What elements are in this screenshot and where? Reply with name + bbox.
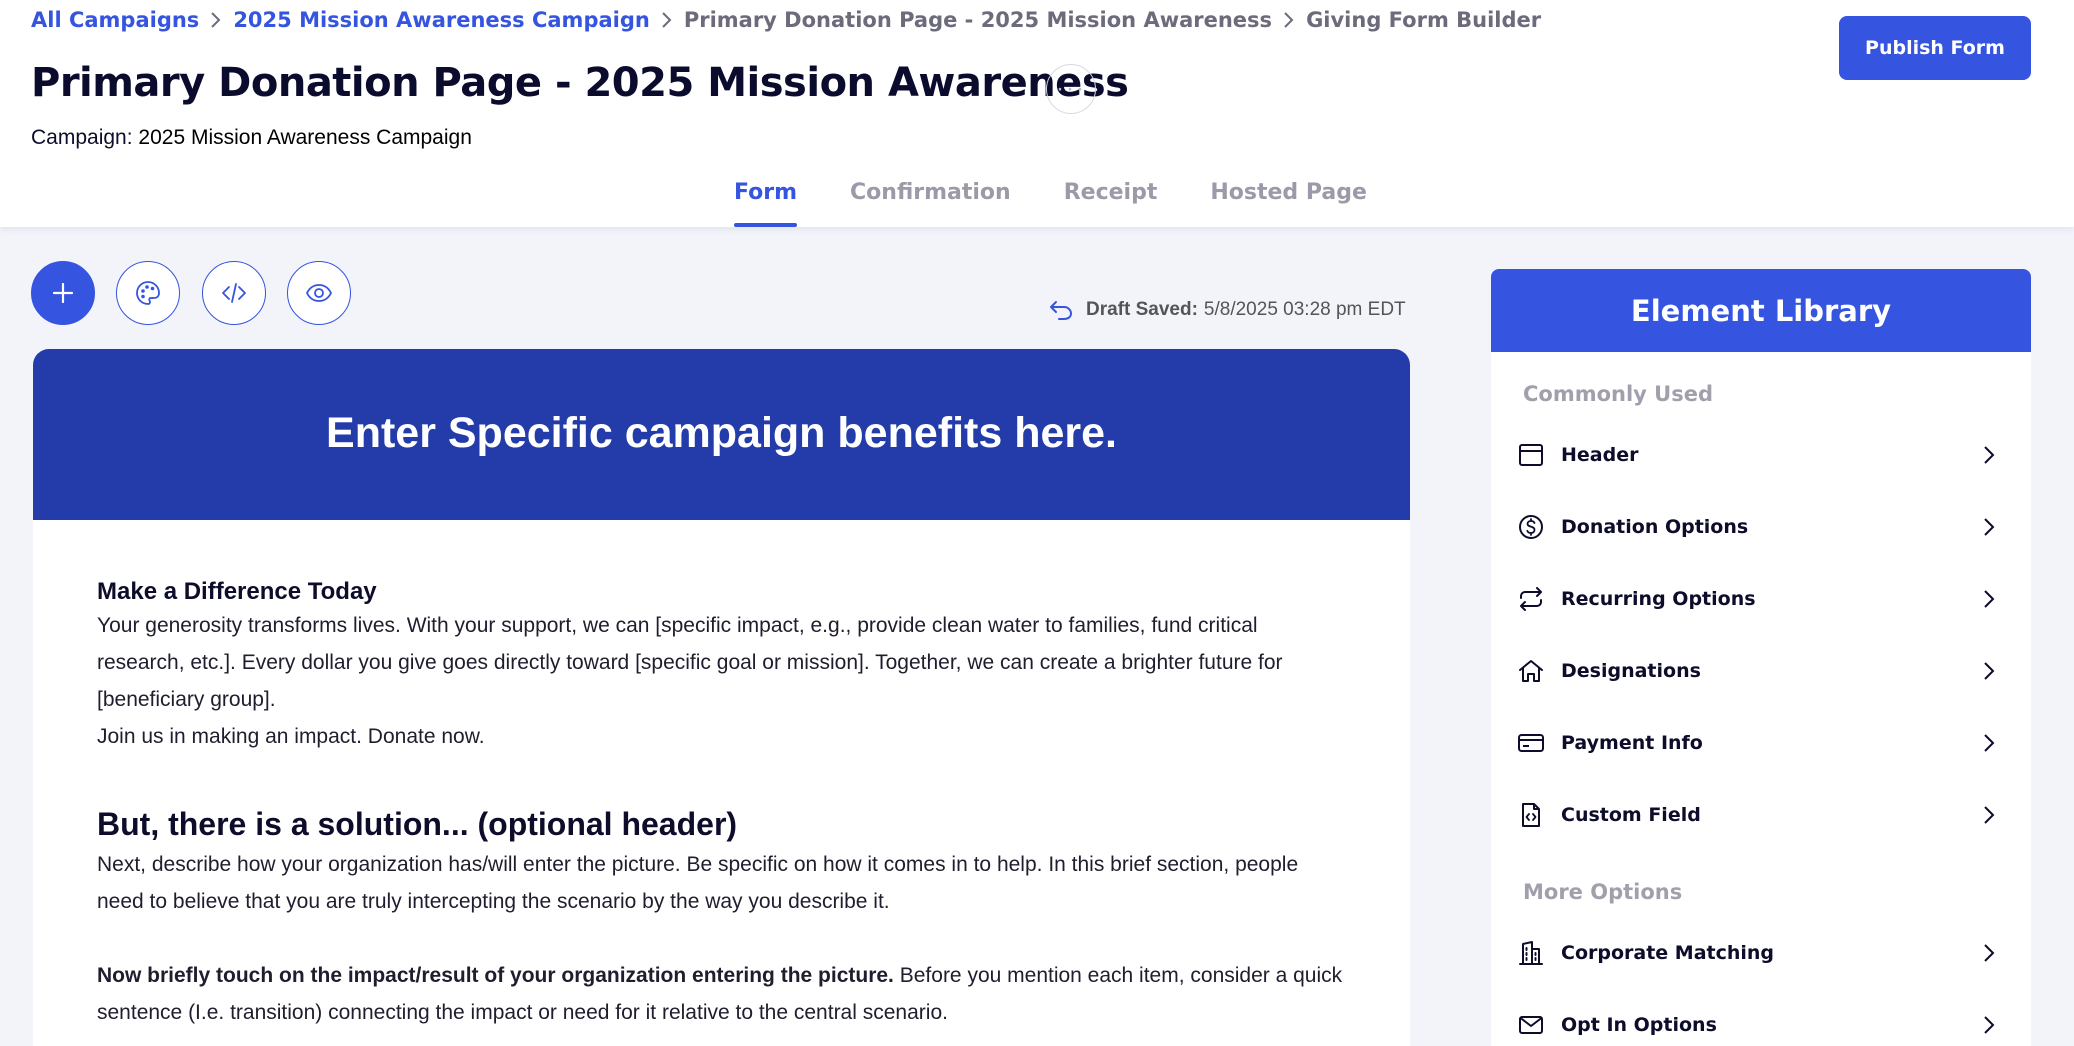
plus-icon <box>52 282 74 304</box>
draft-saved-label: Draft Saved: <box>1086 299 1198 320</box>
draft-saved-timestamp: 5/8/2025 03:28 pm EDT <box>1203 299 1406 320</box>
publish-form-button[interactable]: Publish Form <box>1839 16 2031 80</box>
library-item-opt-in-options[interactable]: Opt In Options <box>1513 1000 1999 1046</box>
eye-icon <box>306 284 332 302</box>
breadcrumb-all-campaigns[interactable]: All Campaigns <box>31 8 199 32</box>
library-item-designations[interactable]: Designations <box>1513 646 1999 696</box>
element-library: Element Library Commonly Used Header Don… <box>1491 269 2031 1046</box>
chevron-right-icon <box>1979 731 1999 755</box>
solution-body: Next, describe how your organization has… <box>97 853 1299 913</box>
library-item-label: Custom Field <box>1561 804 1701 826</box>
chevron-right-icon <box>650 6 684 34</box>
chevron-right-icon <box>1979 941 1999 965</box>
dollar-icon <box>1513 509 1549 545</box>
section-cta: Join us in making an impact. Donate now. <box>97 725 485 748</box>
palette-icon <box>136 281 160 305</box>
home-icon <box>1513 653 1549 689</box>
campaign-prefix: Campaign: <box>31 126 133 149</box>
library-item-custom-field[interactable]: Custom Field <box>1513 790 1999 840</box>
form-hero-banner[interactable]: Enter Specific campaign benefits here. <box>33 349 1410 520</box>
chevron-right-icon <box>1979 443 1999 467</box>
library-item-header[interactable]: Header <box>1513 430 1999 480</box>
credit-card-icon <box>1513 725 1549 761</box>
library-item-label: Opt In Options <box>1561 1014 1717 1036</box>
more-options-heading: More Options <box>1523 880 1683 904</box>
breadcrumb-campaign[interactable]: 2025 Mission Awareness Campaign <box>233 8 650 32</box>
embed-code-button[interactable] <box>202 261 266 325</box>
library-item-label: Designations <box>1561 660 1701 682</box>
page-title: Primary Donation Page - 2025 Mission Awa… <box>31 60 1129 106</box>
draft-status: Draft Saved: 5/8/2025 03:28 pm EDT <box>1048 296 1406 324</box>
chevron-right-icon <box>1979 659 1999 683</box>
top-header: All Campaigns 2025 Mission Awareness Cam… <box>0 0 2074 227</box>
library-item-payment-info[interactable]: Payment Info <box>1513 718 1999 768</box>
mail-icon <box>1513 1007 1549 1043</box>
section-heading: Make a Difference Today <box>97 578 377 605</box>
undo-icon[interactable] <box>1048 299 1074 321</box>
tab-form[interactable]: Form <box>734 170 798 227</box>
campaign-name: 2025 Mission Awareness Campaign <box>138 126 472 149</box>
tab-bar: Form Confirmation Receipt Hosted Page <box>734 170 1420 227</box>
section-body: Your generosity transforms lives. With y… <box>97 614 1283 711</box>
chevron-right-icon <box>1979 587 1999 611</box>
preview-button[interactable] <box>287 261 351 325</box>
breadcrumb-donation-page: Primary Donation Page - 2025 Mission Awa… <box>683 8 1273 32</box>
commonly-used-heading: Commonly Used <box>1523 382 1714 406</box>
library-item-donation-options[interactable]: Donation Options <box>1513 502 1999 552</box>
theme-button[interactable] <box>116 261 180 325</box>
breadcrumb: All Campaigns 2025 Mission Awareness Cam… <box>31 6 1541 34</box>
chevron-right-icon <box>1979 1013 1999 1037</box>
campaign-line: Campaign: 2025 Mission Awareness Campaig… <box>31 126 472 150</box>
chevron-right-icon <box>1979 803 1999 827</box>
chevron-right-icon <box>1979 515 1999 539</box>
building-icon <box>1513 935 1549 971</box>
breadcrumb-form-builder: Giving Form Builder <box>1306 8 1542 32</box>
more-options-button[interactable]: ··· <box>1046 64 1096 114</box>
code-icon <box>222 283 246 303</box>
library-item-label: Payment Info <box>1561 732 1703 754</box>
impact-bold: Now briefly touch on the impact/result o… <box>97 964 894 987</box>
hero-text: Enter Specific campaign benefits here. <box>326 409 1117 457</box>
tab-hosted-page[interactable]: Hosted Page <box>1210 170 1367 227</box>
library-item-recurring-options[interactable]: Recurring Options <box>1513 574 1999 624</box>
tab-confirmation[interactable]: Confirmation <box>850 170 1011 227</box>
library-item-label: Corporate Matching <box>1561 942 1775 964</box>
solution-heading: But, there is a solution... (optional he… <box>97 806 738 842</box>
library-item-label: Header <box>1561 444 1639 466</box>
impact-paragraph: Now briefly touch on the impact/result o… <box>97 957 1347 1031</box>
form-canvas: Enter Specific campaign benefits here. M… <box>33 349 1410 1046</box>
repeat-icon <box>1513 581 1549 617</box>
tab-receipt[interactable]: Receipt <box>1064 170 1158 227</box>
chevron-right-icon <box>1272 6 1306 34</box>
code-file-icon <box>1513 797 1549 833</box>
chevron-right-icon <box>199 6 233 34</box>
library-item-corporate-matching[interactable]: Corporate Matching <box>1513 928 1999 978</box>
add-element-button[interactable] <box>31 261 95 325</box>
library-item-label: Donation Options <box>1561 516 1749 538</box>
element-library-title: Element Library <box>1491 269 2031 352</box>
library-item-label: Recurring Options <box>1561 588 1756 610</box>
header-icon <box>1513 437 1549 473</box>
